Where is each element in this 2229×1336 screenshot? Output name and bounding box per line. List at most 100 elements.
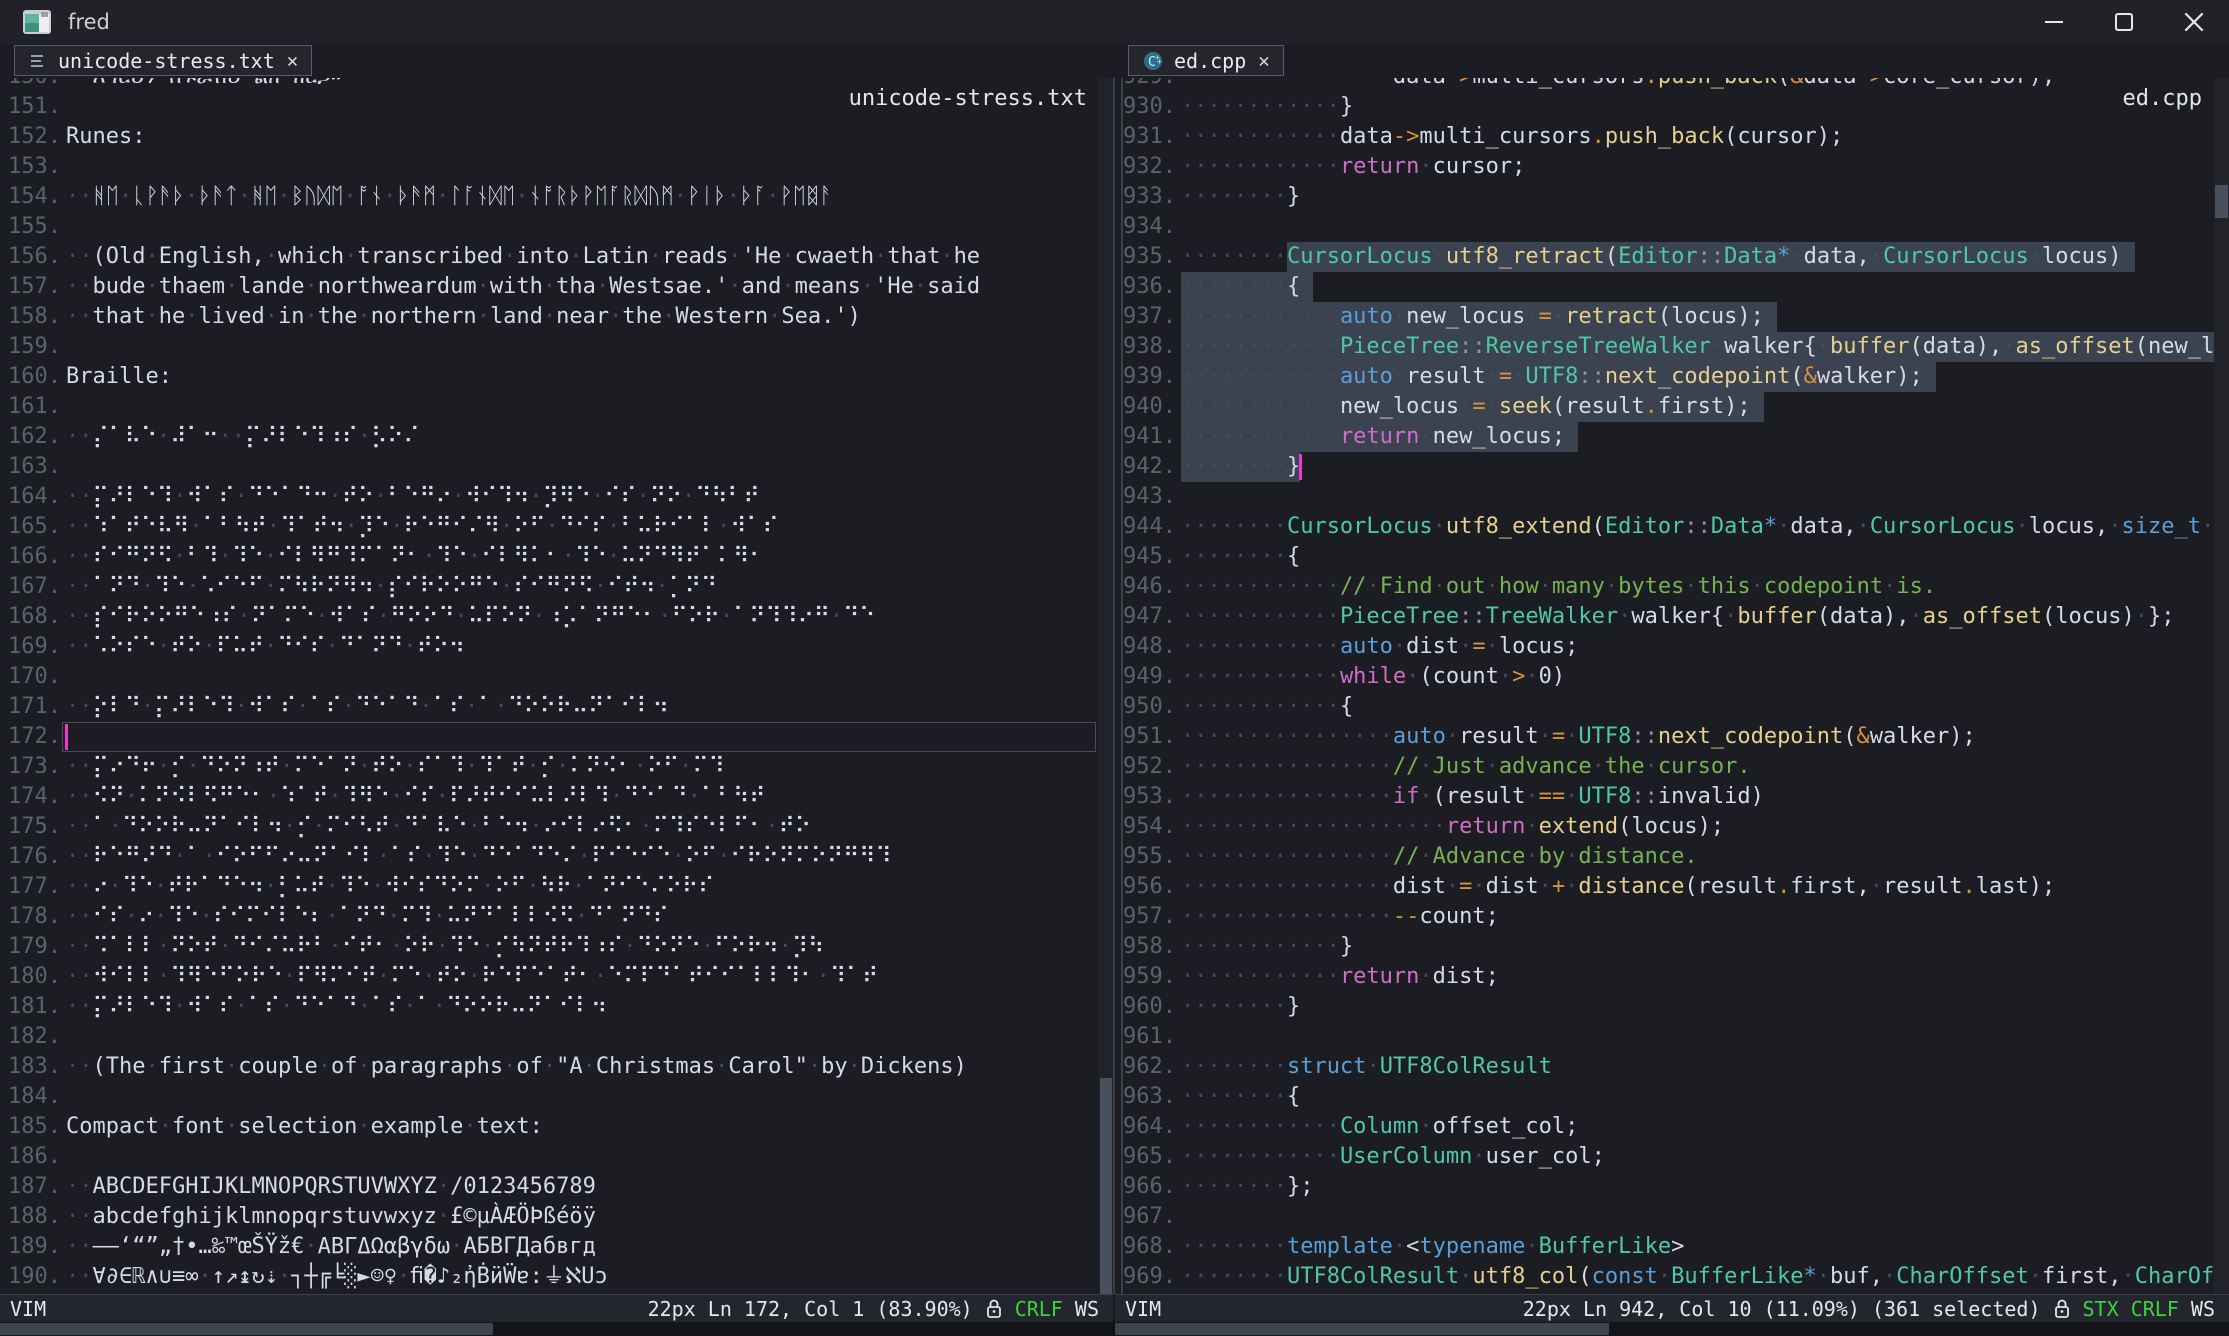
code-line[interactable]: 166.··⠎⠊⠛⠝⠫·⠃⠹·⠹⠑·⠊⠇⠻⠛⠹⠍⠁⠝⠂·⠹⠑·⠊⠇⠻⠅⠂·⠹⠑·… bbox=[0, 542, 1099, 572]
code-line[interactable]: 944.········CursorLocus·utf8_extend(Edit… bbox=[1123, 512, 2214, 542]
code-line[interactable]: 943. bbox=[1123, 482, 2214, 512]
tab-unicode-stress-txt[interactable]: unicode-stress.txt ✕ bbox=[14, 45, 312, 76]
tab-ed-cpp[interactable]: C + + ed.cpp ✕ bbox=[1128, 45, 1284, 76]
status-flag-crlf[interactable]: CRLF bbox=[2131, 1297, 2179, 1321]
lock-icon[interactable] bbox=[985, 1298, 1003, 1320]
code-line[interactable]: 936.········{ bbox=[1123, 272, 2214, 302]
code-line[interactable]: 161. bbox=[0, 392, 1099, 422]
vertical-scrollbar-right[interactable] bbox=[2214, 78, 2229, 1294]
code-line[interactable]: 964.············Column·offset_col; bbox=[1123, 1112, 2214, 1142]
code-line[interactable]: 180.··⠺⠊⠇⠇·⠹⠻⠑⠋⠕⠗⠑·⠏⠻⠍⠊⠞·⠍⠑·⠞⠕·⠗⠑⠏⠑⠁⠞⠂·⠑… bbox=[0, 962, 1099, 992]
code-line[interactable]: 939.············auto·result·=·UTF8::next… bbox=[1123, 362, 2214, 392]
status-flag-crlf[interactable]: CRLF bbox=[1015, 1297, 1063, 1321]
code-line[interactable]: 163. bbox=[0, 452, 1099, 482]
code-line[interactable]: 947.············PieceTree::TreeWalker·wa… bbox=[1123, 602, 2214, 632]
vim-mode-indicator[interactable]: VIM bbox=[0, 1297, 46, 1321]
code-line[interactable]: 949.············while·(count·>·0) bbox=[1123, 662, 2214, 692]
code-line[interactable]: 942.········} bbox=[1123, 452, 2214, 482]
code-line[interactable]: 937.············auto·new_locus·=·retract… bbox=[1123, 302, 2214, 332]
code-line[interactable]: 184. bbox=[0, 1082, 1099, 1112]
code-line[interactable]: 967. bbox=[1123, 1202, 2214, 1232]
code-line[interactable]: 959.············return·dist; bbox=[1123, 962, 2214, 992]
code-line[interactable]: 969.········UTF8ColResult·utf8_col(const… bbox=[1123, 1262, 2214, 1292]
code-line[interactable]: 189.··–—‘“”„†•…‰™œŠŸž€·ΑΒΓΔΩαβγδω·АБВГДа… bbox=[0, 1232, 1099, 1262]
code-line[interactable]: 160.Braille: bbox=[0, 362, 1099, 392]
code-line[interactable]: 935.········CursorLocus·utf8_retract(Edi… bbox=[1123, 242, 2214, 272]
code-line[interactable]: 953.················if·(result·==·UTF8::… bbox=[1123, 782, 2214, 812]
code-line[interactable]: 156.··(Old·English,·which·transcribed·in… bbox=[0, 242, 1099, 272]
status-flags[interactable]: STX CRLF WS bbox=[2083, 1297, 2215, 1321]
code-line[interactable]: 190.··∀∂∈ℝ∧∪≡∞·↑↗↨↻⇣·┐┼╔╘░►☺♀·ﬁ�♪₂ἠḂӥẄɐ:… bbox=[0, 1262, 1099, 1292]
code-line[interactable]: 952.················//·Just·advance·the·… bbox=[1123, 752, 2214, 782]
code-line[interactable]: 188.··abcdefghijklmnopqrstuvwxyz·£©µÀÆÖÞ… bbox=[0, 1202, 1099, 1232]
lock-icon[interactable] bbox=[2053, 1298, 2071, 1320]
code-line[interactable]: 155. bbox=[0, 212, 1099, 242]
code-line[interactable]: 940.············new_locus·=·seek(result.… bbox=[1123, 392, 2214, 422]
code-line[interactable]: 168.··⡎⠊⠗⠕⠕⠛⠑⠰⠎·⠝⠁⠍⠑·⠺⠁⠎·⠛⠕⠕⠙·⠥⠏⠕⠝·⠰⡡⠁⠝⠛… bbox=[0, 602, 1099, 632]
code-line[interactable]: 164.··⡍⠜⠇⠑⠹·⠺⠁⠎·⠙⠑⠁⠙⠒·⠞⠕·⠃⠑⠛⠔·⠺⠊⠹⠲·⡹⠻⠑·⠊… bbox=[0, 482, 1099, 512]
vim-mode-indicator[interactable]: VIM bbox=[1115, 1297, 1161, 1321]
code-line[interactable]: 175.··⠁·⠙⠕⠕⠗⠤⠝⠁⠊⠇⠲·⡊·⠍⠊⠣⠞·⠙⠁⠧⠑·⠃⠑⠲·⠔⠊⠇⠔⠫… bbox=[0, 812, 1099, 842]
code-line[interactable]: 174.··⠪⠝·⠅⠝⠪⠇⠫⠛⠑⠂·⠱⠁⠞·⠹⠻⠑·⠊⠎·⠏⠜⠞⠊⠊⠥⠇⠜⠇⠹·… bbox=[0, 782, 1099, 812]
code-line[interactable]: 966.········}; bbox=[1123, 1172, 2214, 1202]
code-line[interactable]: 956.················dist·=·dist·+·distan… bbox=[1123, 872, 2214, 902]
code-line[interactable]: 169.··⠡⠕⠎⠑·⠞⠕·⠏⠥⠞·⠙⠊⠎·⠙⠁⠝⠙·⠞⠕⠲ bbox=[0, 632, 1099, 662]
tab-close-icon[interactable]: ✕ bbox=[1258, 50, 1269, 72]
code-line[interactable]: 165.··⠱⠁⠞⠑⠧⠻·⠁⠃⠳⠞·⠹⠁⠞⠲·⡹⠑·⠗⠑⠛⠊⠌⠻·⠕⠋·⠙⠊⠎·… bbox=[0, 512, 1099, 542]
code-line[interactable]: 931.············data->multi_cursors.push… bbox=[1123, 122, 2214, 152]
code-line[interactable]: 962.········struct·UTF8ColResult bbox=[1123, 1052, 2214, 1082]
code-line[interactable]: 938.············PieceTree::ReverseTreeWa… bbox=[1123, 332, 2214, 362]
vertical-scrollbar-left[interactable] bbox=[1099, 78, 1113, 1294]
scrollbar-thumb[interactable] bbox=[1115, 1323, 1609, 1335]
code-line[interactable]: 173.··⡍⠔⠙⠖·⡊·⠙⠕⠝⠰⠞·⠍⠑⠁⠝·⠞⠕·⠎⠁⠹·⠹⠁⠞·⡊·⠅⠝⠪… bbox=[0, 752, 1099, 782]
code-line[interactable]: 181.··⡍⠜⠇⠑⠹·⠺⠁⠎·⠁⠎·⠙⠑⠁⠙·⠁⠎·⠁·⠙⠕⠕⠗⠤⠝⠁⠊⠇⠲ bbox=[0, 992, 1099, 1022]
horizontal-scrollbar-left[interactable] bbox=[0, 1322, 1113, 1336]
code-line[interactable]: 185.Compact·font·selection·example·text: bbox=[0, 1112, 1099, 1142]
pane-divider[interactable] bbox=[1113, 78, 1123, 1294]
tab-close-icon[interactable]: ✕ bbox=[287, 50, 298, 72]
code-line[interactable]: 929.················data->multi_cursors.… bbox=[1123, 78, 2214, 92]
code-line[interactable]: 157.··bude·thaem·lande·northweardum·with… bbox=[0, 272, 1099, 302]
code-line[interactable]: 948.············auto·dist·=·locus; bbox=[1123, 632, 2214, 662]
code-line[interactable]: 154.··ᚻᛖ·ᚳᚹᚫᚦ·ᚦᚫᛏ·ᚻᛖ·ᛒᚢᛞᛖ·ᚩᚾ·ᚦᚫᛗ·ᛚᚪᚾᛞᛖ·ᚾ… bbox=[0, 182, 1099, 212]
horizontal-scrollbar-right[interactable] bbox=[1113, 1322, 2229, 1336]
code-line[interactable]: 941.············return·new_locus; bbox=[1123, 422, 2214, 452]
code-line[interactable]: 932.············return·cursor; bbox=[1123, 152, 2214, 182]
code-line[interactable]: 950.············{ bbox=[1123, 692, 2214, 722]
code-line[interactable]: 965.············UserColumn·user_col; bbox=[1123, 1142, 2214, 1172]
editor-pane-right[interactable]: ed.cpp 929.················data->multi_c… bbox=[1123, 78, 2214, 1294]
code-line[interactable]: 933.········} bbox=[1123, 182, 2214, 212]
code-line[interactable]: 178.··⠊⠎·⠔·⠹⠑·⠎⠊⠍⠊⠇⠑⠆·⠁⠝⠙·⠍⠹·⠥⠝⠙⠁⠇⠇⠪⠫·⠙⠁… bbox=[0, 902, 1099, 932]
scrollbar-thumb[interactable] bbox=[1100, 1078, 1112, 1294]
code-line[interactable]: 153. bbox=[0, 152, 1099, 182]
code-line[interactable]: 187.··ABCDEFGHIJKLMNOPQRSTUVWXYZ·/012345… bbox=[0, 1172, 1099, 1202]
code-line[interactable]: 951.················auto·result·=·UTF8::… bbox=[1123, 722, 2214, 752]
code-line[interactable]: 960.········} bbox=[1123, 992, 2214, 1022]
code-line[interactable]: 961. bbox=[1123, 1022, 2214, 1052]
status-flag-stx[interactable]: STX bbox=[2083, 1297, 2119, 1321]
code-line[interactable]: 158.··that·he·lived·in·the·northern·land… bbox=[0, 302, 1099, 332]
code-line[interactable]: 963.········{ bbox=[1123, 1082, 2214, 1112]
code-line[interactable]: 170. bbox=[0, 662, 1099, 692]
code-line[interactable]: 171.··⡕⠇⠙·⡍⠜⠇⠑⠹·⠺⠁⠎·⠁⠎·⠙⠑⠁⠙·⠁⠎·⠁·⠙⠕⠕⠗⠤⠝⠁… bbox=[0, 692, 1099, 722]
scrollbar-thumb[interactable] bbox=[2215, 185, 2228, 218]
status-flag-ws[interactable]: WS bbox=[2191, 1297, 2215, 1321]
code-line[interactable]: 159. bbox=[0, 332, 1099, 362]
code-line[interactable]: 179.··⠩⠁⠇⠇·⠝⠕⠞·⠙⠊⠌⠥⠗⠃·⠊⠞⠂·⠕⠗·⠹⠑·⡊⠳⠝⠞⠗⠹⠰⠎… bbox=[0, 932, 1099, 962]
maximize-button[interactable] bbox=[2089, 0, 2159, 44]
code-line[interactable]: 930.············} bbox=[1123, 92, 2214, 122]
code-line[interactable]: 186. bbox=[0, 1142, 1099, 1172]
code-line[interactable]: 152.Runes: bbox=[0, 122, 1099, 152]
editor-pane-left[interactable]: unicode-stress.txt 150.··እግርህን·በፍራሽህ·ልክ·… bbox=[0, 78, 1099, 1294]
code-line[interactable]: 182. bbox=[0, 1022, 1099, 1052]
code-line[interactable]: 968.········template·<typename·BufferLik… bbox=[1123, 1232, 2214, 1262]
code-line[interactable]: 946.············//·Find·out·how·many·byt… bbox=[1123, 572, 2214, 602]
status-flags[interactable]: CRLF WS bbox=[1015, 1297, 1099, 1321]
code-line[interactable]: 954.····················return·extend(lo… bbox=[1123, 812, 2214, 842]
close-button[interactable] bbox=[2159, 0, 2229, 44]
code-line[interactable]: 162.··⡌⠁⠧⠑·⠼⠁⠒··⡍⠜⠇⠑⠹⠰⠎·⡣⠕⠌ bbox=[0, 422, 1099, 452]
code-line[interactable]: 955.················//·Advance·by·distan… bbox=[1123, 842, 2214, 872]
code-line[interactable]: 172. bbox=[0, 722, 1099, 752]
code-line[interactable]: 957.················--count; bbox=[1123, 902, 2214, 932]
code-line[interactable]: 183.··(The·first·couple·of·paragraphs·of… bbox=[0, 1052, 1099, 1082]
